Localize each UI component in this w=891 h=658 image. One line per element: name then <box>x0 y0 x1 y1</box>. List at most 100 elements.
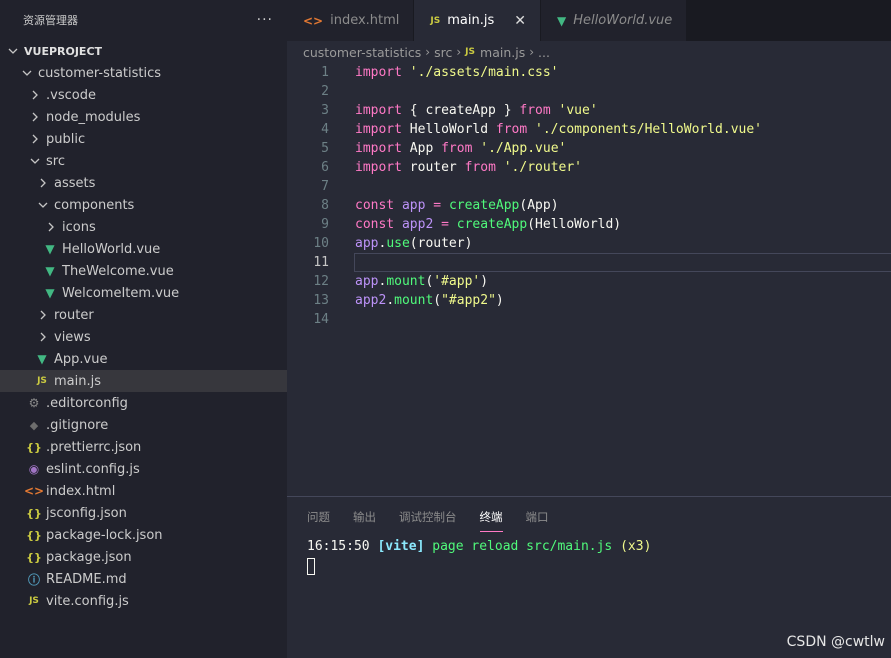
tree-item[interactable]: {} package.json <box>0 546 287 568</box>
javascript-icon: JS <box>29 596 39 606</box>
line-number: 10 <box>313 236 329 251</box>
tree-item[interactable]: {} package-lock.json <box>0 524 287 546</box>
code-token: ) <box>480 274 489 289</box>
editor-area: <> index.html JS main.js ✕ ▼ HelloWorld.vue cu… <box>287 0 891 496</box>
code-token: import <box>355 141 402 156</box>
breadcrumb-item[interactable]: main.js <box>480 45 525 60</box>
tree-item[interactable]: <> index.html <box>0 480 287 502</box>
code-text: import HelloWorld from './components/Hel… <box>355 122 762 137</box>
json-icon: {} <box>26 440 42 454</box>
terminal-tag: [vite] <box>377 539 425 554</box>
tree-item[interactable]: ▼ App.vue <box>0 348 287 370</box>
tree-item-label: components <box>54 197 135 213</box>
code-text: const app2 = createApp(HelloWorld) <box>355 217 621 232</box>
tab-label: index.html <box>330 13 400 28</box>
tree-item[interactable]: {} jsconfig.json <box>0 502 287 524</box>
tree-item[interactable]: ▼ HelloWorld.vue <box>0 238 287 260</box>
panel-tab[interactable]: 端口 <box>526 505 549 529</box>
terminal[interactable]: 16:15:50 [vite] page reload src/main.js … <box>287 537 891 575</box>
javascript-icon: JS <box>430 15 441 26</box>
html-icon: <> <box>23 484 45 498</box>
tree-item[interactable]: JS main.js <box>0 370 287 392</box>
terminal-prompt[interactable] <box>307 556 891 575</box>
code-token: mount <box>386 274 426 289</box>
terminal-cursor <box>307 557 315 575</box>
panel-tab[interactable]: 终端 <box>479 505 503 532</box>
tree-item[interactable]: router <box>0 304 287 326</box>
code-token: 'vue' <box>558 103 598 118</box>
tree-item[interactable]: views <box>0 326 287 348</box>
tab-index-html[interactable]: <> index.html <box>287 0 415 41</box>
line-number: 13 <box>313 293 329 308</box>
chevron-right-icon: › <box>529 45 535 59</box>
chevron-right-icon <box>28 112 42 122</box>
breadcrumb-item[interactable]: src <box>434 45 452 60</box>
code-token: (HelloWorld) <box>527 217 622 232</box>
tree-item[interactable]: ▼ WelcomeItem.vue <box>0 282 287 304</box>
tree-item[interactable]: ⓘ README.md <box>0 568 287 590</box>
git-icon: ◆ <box>29 418 39 432</box>
code-text: app2.mount("#app2") <box>355 293 504 308</box>
chevron-down-icon <box>6 46 20 56</box>
more-actions-icon[interactable]: ··· <box>257 12 273 28</box>
panel-tab[interactable]: 问题 <box>307 505 330 529</box>
tree-item[interactable]: JS vite.config.js <box>0 590 287 612</box>
vue-icon: ▼ <box>557 13 567 28</box>
code-line: 5 import App from './App.vue' <box>287 139 891 158</box>
tree-item-label: main.js <box>54 373 101 389</box>
current-line-highlight <box>354 253 891 272</box>
tree-item[interactable]: ◉ eslint.config.js <box>0 458 287 480</box>
code-token: './components/HelloWorld.vue' <box>535 122 763 137</box>
code-token: { createApp } <box>401 103 520 118</box>
code-token: './App.vue' <box>480 141 567 156</box>
json-icon: {} <box>26 528 42 542</box>
html-icon: <> <box>303 13 324 28</box>
tree-item[interactable]: icons <box>0 216 287 238</box>
code-token: const <box>355 217 395 232</box>
editor-tabs: <> index.html JS main.js ✕ ▼ HelloWorld.vue <box>287 0 891 41</box>
code-text: import { createApp } from 'vue' <box>355 103 598 118</box>
code-line: 11 <box>287 253 891 272</box>
chevron-right-icon <box>44 222 58 232</box>
code-line: 8 const app = createApp(App) <box>287 196 891 215</box>
code-token: app2 <box>355 293 387 308</box>
code-token: app <box>355 236 379 251</box>
tab-label: HelloWorld.vue <box>573 13 673 28</box>
tree-item-label: TheWelcome.vue <box>62 263 174 279</box>
tree-item[interactable]: assets <box>0 172 287 194</box>
info-icon: ⓘ <box>27 572 40 587</box>
tree-item[interactable]: components <box>0 194 287 216</box>
code-token: app <box>355 274 379 289</box>
code-line: 12 app.mount('#app') <box>287 272 891 291</box>
code-text: const app = createApp(App) <box>355 198 559 213</box>
code-token: (App) <box>519 198 559 213</box>
tree-item[interactable]: ⚙ .editorconfig <box>0 392 287 414</box>
tree-item[interactable]: {} .prettierrc.json <box>0 436 287 458</box>
code-token: from <box>495 122 528 137</box>
tree-item[interactable]: .vscode <box>0 84 287 106</box>
tree-item[interactable]: ▼ TheWelcome.vue <box>0 260 287 282</box>
tab-main-js[interactable]: JS main.js ✕ <box>414 0 541 41</box>
tab-helloworld-vue[interactable]: ▼ HelloWorld.vue <box>541 0 688 41</box>
tree-item[interactable]: node_modules <box>0 106 287 128</box>
code-text: app.mount('#app') <box>355 274 488 289</box>
tree-item[interactable]: public <box>0 128 287 150</box>
breadcrumb-item[interactable]: ... <box>538 45 550 60</box>
code-editor[interactable]: 1 import './assets/main.css' 2 3 import { cr… <box>287 63 891 329</box>
project-root[interactable]: VUEPROJECT <box>0 40 287 62</box>
panel-tab[interactable]: 调试控制台 <box>399 505 457 529</box>
breadcrumb-item[interactable]: customer-statistics <box>303 45 421 60</box>
tree-item[interactable]: ◆ .gitignore <box>0 414 287 436</box>
file-tree: customer-statistics .vscode node_modules pu… <box>0 62 287 612</box>
tree-item[interactable]: customer-statistics <box>0 62 287 84</box>
tree-item[interactable]: src <box>0 150 287 172</box>
tree-item-label: icons <box>62 219 96 235</box>
panel-tab[interactable]: 输出 <box>353 505 376 529</box>
code-text: app.use(router) <box>355 236 472 251</box>
line-number: 7 <box>321 179 329 194</box>
line-number: 5 <box>321 141 329 156</box>
line-number: 1 <box>321 65 329 80</box>
close-icon[interactable]: ✕ <box>514 13 526 29</box>
code-token: use <box>386 236 410 251</box>
tree-item-label: App.vue <box>54 351 108 367</box>
